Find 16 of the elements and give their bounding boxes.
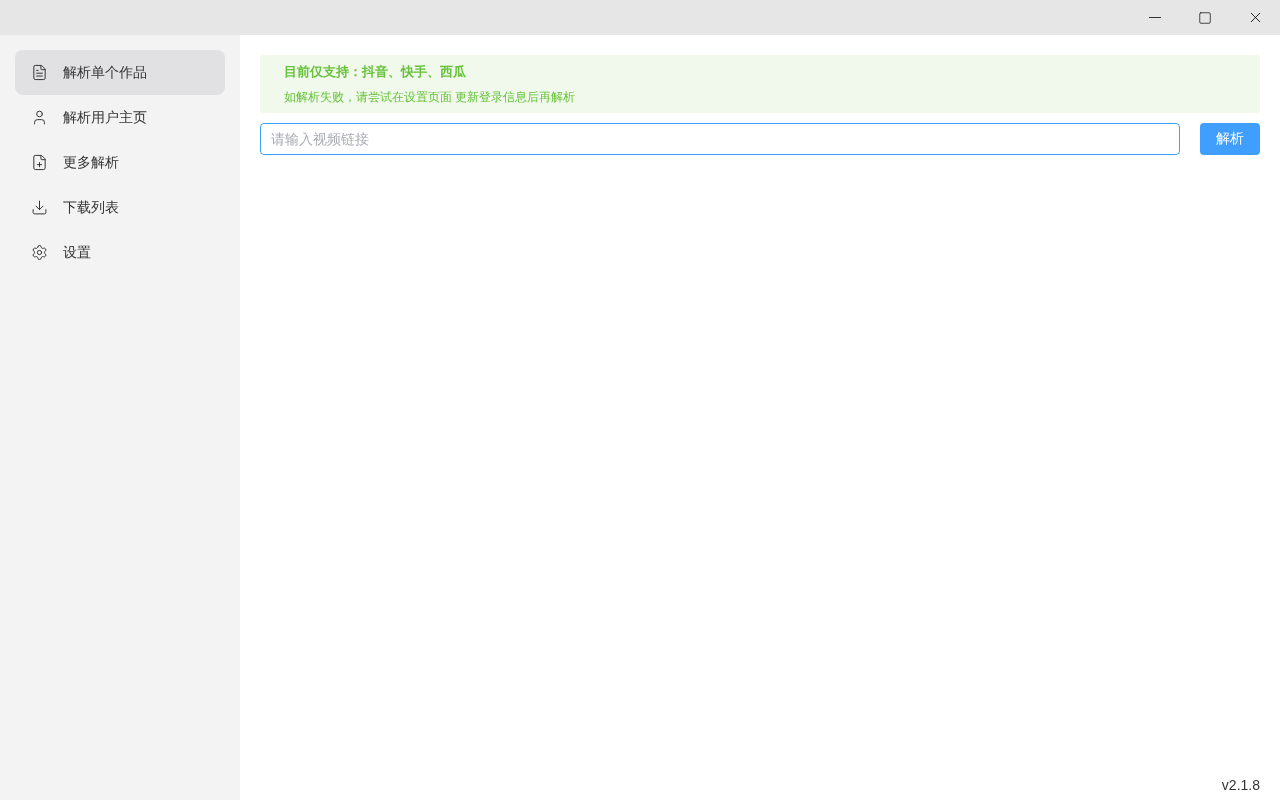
settings-icon [31,244,48,261]
sidebar-item[interactable]: 更多解析 [15,140,225,185]
url-input-field[interactable]: 请输入视频链接 [260,122,1180,155]
version-label: v2.1.8 [1221,776,1260,795]
document-plus-icon [31,154,48,171]
notice-title: 目前仅支持：抖音、快手、西瓜 [284,63,467,81]
minimize-icon [1149,17,1161,18]
notice-text: 如解析失败，请尝试在设置页面 更新登录信息后再解析 [284,88,577,106]
download-icon [31,199,48,216]
sidebar-item[interactable]: 解析单个作品 [15,50,225,95]
sidebar-item[interactable]: 解析用户主页 [15,95,225,140]
document-icon [31,64,48,81]
sidebar-item[interactable]: 下载列表 [15,185,225,230]
maximize-icon [1198,10,1212,25]
sidebar-item[interactable]: 设置 [15,230,225,275]
user-icon [31,109,48,126]
